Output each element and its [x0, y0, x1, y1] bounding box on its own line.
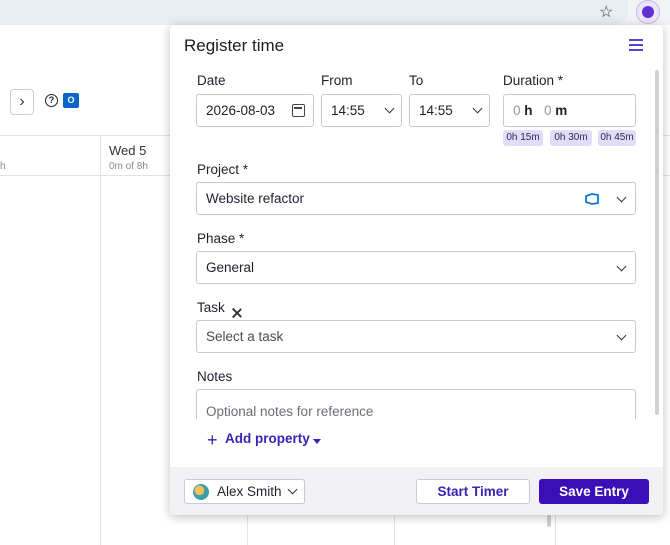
plus-icon[interactable]: +: [207, 430, 218, 451]
date-label: Date: [197, 73, 226, 88]
panel-footer: Alex Smith Start Timer Save Entry: [170, 467, 663, 515]
duration-chip-15m[interactable]: 0h 15m: [503, 130, 543, 146]
avatar: [193, 484, 209, 500]
from-label: From: [321, 73, 353, 88]
task-label: Task: [197, 300, 225, 315]
phase-label: Phase *: [197, 231, 245, 246]
panel-title: Register time: [184, 36, 285, 55]
duration-chip-45m[interactable]: 0h 45m: [598, 130, 636, 146]
duration-chip-30m[interactable]: 0h 30m: [550, 130, 592, 146]
chevron-down-icon: [384, 103, 395, 114]
address-bar[interactable]: [0, 0, 628, 25]
phase-select[interactable]: General: [196, 251, 636, 284]
day-summary: 0m of 8h: [109, 161, 148, 172]
day-header-wed: Wed 5: [109, 143, 147, 158]
grid-column-line: [100, 135, 101, 545]
chevron-down-icon: [472, 103, 483, 114]
scrollbar[interactable]: [547, 515, 551, 527]
save-entry-button[interactable]: Save Entry: [539, 479, 649, 504]
browser-toolbar: ☆: [0, 0, 670, 25]
notes-textarea[interactable]: Optional notes for reference: [196, 389, 636, 419]
calendar-icon[interactable]: [292, 104, 305, 117]
user-select-button[interactable]: Alex Smith: [184, 479, 305, 504]
star-icon[interactable]: ☆: [599, 2, 613, 22]
extension-icon[interactable]: [636, 0, 660, 24]
task-select[interactable]: Select a task: [196, 320, 636, 353]
notes-label: Notes: [197, 369, 233, 384]
help-icon[interactable]: ?: [45, 94, 58, 107]
caret-down-icon[interactable]: [313, 439, 321, 444]
outlook-icon[interactable]: O: [63, 93, 79, 108]
clear-task-icon[interactable]: [232, 308, 242, 318]
next-week-button[interactable]: ›: [10, 89, 34, 115]
chevron-down-icon: [616, 261, 627, 272]
project-select[interactable]: Website refactor: [196, 182, 636, 215]
start-timer-button[interactable]: Start Timer: [416, 479, 530, 504]
project-label: Project *: [197, 162, 249, 177]
duration-minutes-input[interactable]: 0 m: [544, 103, 567, 118]
panel-scrollbar[interactable]: [655, 70, 659, 415]
register-time-panel: Register time Date 2026-08-03 From 14:55…: [170, 25, 663, 515]
to-label: To: [409, 73, 424, 88]
from-time-select[interactable]: 14:55: [321, 94, 402, 127]
chevron-down-icon: [616, 192, 627, 203]
menu-icon[interactable]: [629, 39, 643, 51]
chevron-down-icon: [287, 484, 298, 495]
duration-hours-input[interactable]: 0 h: [513, 103, 533, 118]
azure-devops-icon: [585, 193, 599, 205]
add-property-button[interactable]: Add property: [225, 431, 310, 446]
duration-label: Duration *: [503, 73, 564, 88]
duration-field[interactable]: 0 h 0 m: [503, 94, 636, 127]
date-field[interactable]: 2026-08-03: [196, 94, 314, 127]
chevron-down-icon: [616, 330, 627, 341]
day-summary: h: [0, 161, 6, 172]
to-time-select[interactable]: 14:55: [409, 94, 490, 127]
